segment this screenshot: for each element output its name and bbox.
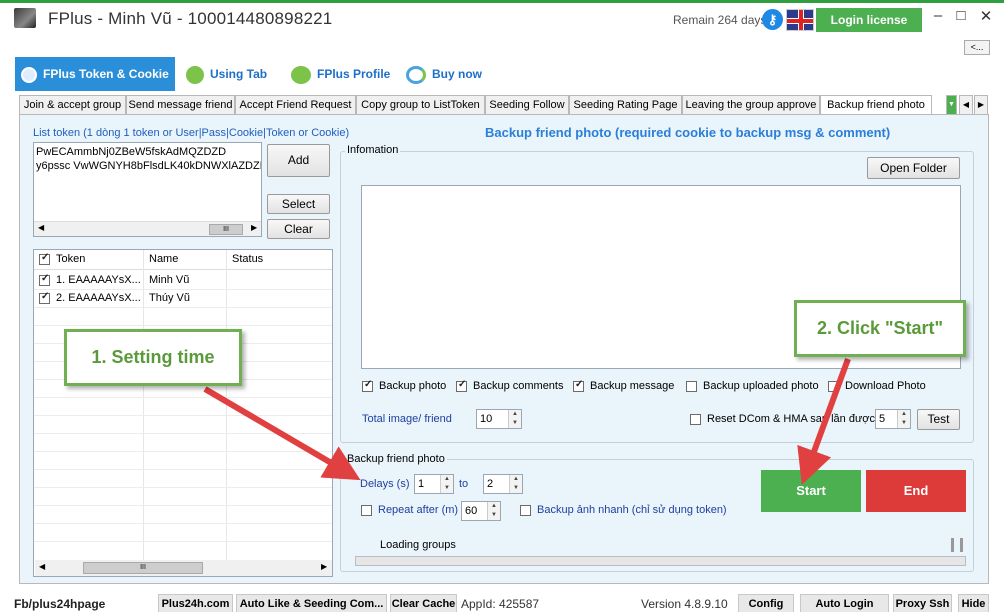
version-label: Version 4.8.9.10 xyxy=(641,597,728,611)
arrow-to-start xyxy=(797,357,851,485)
plus24h-button[interactable]: Plus24h.com xyxy=(158,594,233,612)
appid-label: AppId: 425587 xyxy=(461,597,540,611)
clear-cache-button[interactable]: Clear Cache xyxy=(390,594,457,612)
config-button[interactable]: Config xyxy=(738,594,794,612)
callout-setting-time: 1. Setting time xyxy=(64,329,242,386)
app-window: FPlus - Minh Vũ - 100014480898221 Remain… xyxy=(0,0,1004,612)
callout-click-start: 2. Click "Start" xyxy=(794,300,966,357)
auto-login-button[interactable]: Auto Login xyxy=(800,594,889,612)
proxy-ssh-button[interactable]: Proxy Ssh xyxy=(893,594,952,612)
auto-like-button[interactable]: Auto Like & Seeding Com... xyxy=(236,594,387,612)
fb-link[interactable]: Fb/plus24hpage xyxy=(14,597,105,611)
status-bar: Fb/plus24hpage Plus24h.com Auto Like & S… xyxy=(0,593,1004,612)
hide-button[interactable]: Hide xyxy=(958,594,989,612)
arrow-to-delays xyxy=(203,386,361,481)
